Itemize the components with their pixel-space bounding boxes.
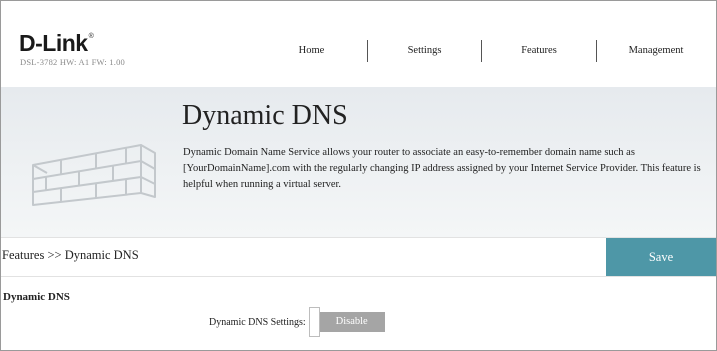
save-button[interactable]: Save — [606, 238, 716, 276]
feature-banner: Dynamic DNS Dynamic Domain Name Service … — [1, 87, 716, 237]
ddns-toggle[interactable]: Disable — [308, 307, 385, 337]
toggle-knob[interactable] — [308, 307, 320, 337]
page-title: Dynamic DNS — [182, 100, 348, 131]
nav-management[interactable]: Management — [597, 39, 715, 63]
dlink-logo[interactable]: D-Link® — [19, 32, 94, 55]
page-description: Dynamic Domain Name Service allows your … — [183, 147, 701, 190]
nav-home[interactable]: Home — [256, 39, 367, 63]
ddns-settings-label: Dynamic DNS Settings: — [209, 316, 306, 328]
nav-features[interactable]: Features — [482, 39, 596, 63]
device-info: DSL-3782 HW: A1 FW: 1.00 — [20, 57, 125, 67]
router-admin-page: D-Link® DSL-3782 HW: A1 FW: 1.00 Home Se… — [0, 0, 717, 351]
ddns-setting-row: Dynamic DNS Settings: Disable — [209, 306, 385, 338]
main-nav: Home Settings Features Management — [256, 39, 715, 63]
breadcrumb-bar: Features >> Dynamic DNS Save — [1, 237, 716, 277]
toggle-state-label: Disable — [318, 312, 385, 332]
brick-wall-icon — [32, 144, 156, 206]
nav-settings[interactable]: Settings — [368, 39, 481, 63]
page-header: D-Link® DSL-3782 HW: A1 FW: 1.00 Home Se… — [1, 1, 716, 87]
breadcrumb: Features >> Dynamic DNS — [2, 248, 139, 262]
registered-mark: ® — [88, 33, 94, 40]
section-title: Dynamic DNS — [3, 291, 70, 303]
